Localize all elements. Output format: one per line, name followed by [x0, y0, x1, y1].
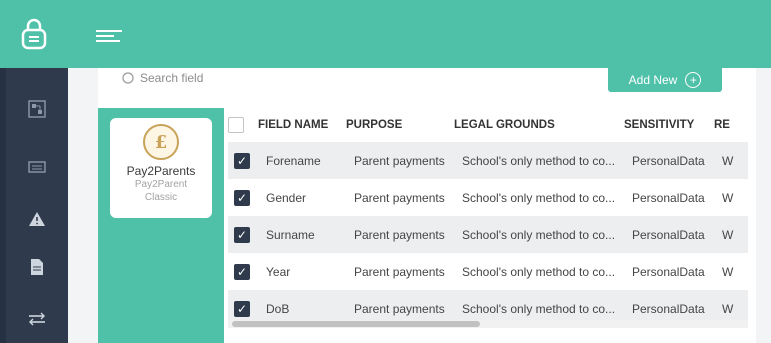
sensitivity-cell: PersonalData — [624, 179, 714, 216]
table-row[interactable]: ✓ Year Parent payments School's only met… — [228, 253, 748, 290]
sidebar — [6, 68, 68, 343]
search-placeholder: Search field — [140, 71, 204, 85]
transfer-icon[interactable] — [26, 308, 48, 330]
column-header-legal-grounds[interactable]: LEGAL GROUNDS — [454, 108, 624, 142]
column-header-sensitivity[interactable]: SENSITIVITY — [624, 108, 714, 142]
purpose-cell: Parent payments — [346, 253, 454, 290]
pay2parents-logo: £ — [143, 124, 179, 160]
fields-table: FIELD NAME PURPOSE LEGAL GROUNDS SENSITI… — [228, 108, 748, 327]
plus-icon: + — [685, 72, 702, 88]
row-checkbox[interactable]: ✓ — [234, 263, 250, 280]
legal-grounds-cell: School's only method to co... — [454, 179, 624, 216]
re-cell: W — [714, 216, 748, 253]
column-header-re[interactable]: RE — [714, 108, 748, 142]
field-name-cell: Gender — [258, 179, 346, 216]
select-all-checkbox[interactable] — [228, 117, 244, 133]
sensitivity-cell: PersonalData — [624, 216, 714, 253]
column-header-purpose[interactable]: PURPOSE — [346, 108, 454, 142]
sensitivity-cell: PersonalData — [624, 142, 714, 179]
row-checkbox[interactable]: ✓ — [234, 300, 250, 317]
row-checkbox[interactable]: ✓ — [234, 226, 250, 243]
app-card-pay2parents[interactable]: £ Pay2Parents Pay2Parent Classic — [110, 118, 212, 218]
sensitivity-cell: PersonalData — [624, 253, 714, 290]
fields-panel: Search field Add New + £ Pay2Parents Pay… — [98, 68, 756, 343]
document-icon[interactable] — [26, 256, 48, 278]
add-new-button[interactable]: Add New + — [608, 68, 722, 92]
main-content: Search field Add New + £ Pay2Parents Pay… — [68, 68, 771, 343]
app-subtitle-2: Classic — [144, 192, 178, 203]
org-chart-icon[interactable] — [26, 98, 48, 120]
row-checkbox[interactable]: ✓ — [234, 152, 250, 169]
legal-grounds-cell: School's only method to co... — [454, 216, 624, 253]
app-subtitle-1: Pay2Parent — [134, 179, 188, 190]
table-row[interactable]: ✓ Gender Parent payments School's only m… — [228, 179, 748, 216]
legal-grounds-cell: School's only method to co... — [454, 253, 624, 290]
search-field[interactable]: Search field — [122, 68, 203, 88]
re-cell: W — [714, 142, 748, 179]
purpose-cell: Parent payments — [346, 142, 454, 179]
warning-icon[interactable] — [26, 208, 48, 230]
row-checkbox[interactable]: ✓ — [234, 189, 250, 206]
table-row[interactable]: ✓ Surname Parent payments School's only … — [228, 216, 748, 253]
app-name: Pay2Parents — [126, 164, 196, 178]
search-icon — [122, 72, 134, 84]
horizontal-scrollbar[interactable] — [228, 320, 748, 328]
field-name-cell: Year — [258, 253, 346, 290]
field-name-cell: Forename — [258, 142, 346, 179]
scrollbar-thumb[interactable] — [232, 321, 480, 327]
menu-icon[interactable] — [96, 28, 124, 44]
re-cell: W — [714, 253, 748, 290]
add-new-label: Add New — [628, 73, 678, 87]
purpose-cell: Parent payments — [346, 216, 454, 253]
table-header: FIELD NAME PURPOSE LEGAL GROUNDS SENSITI… — [228, 108, 748, 142]
top-bar — [0, 0, 771, 68]
keyboard-icon[interactable] — [26, 156, 48, 178]
legal-grounds-cell: School's only method to co... — [454, 142, 624, 179]
lock-icon[interactable] — [0, 0, 68, 68]
re-cell: W — [714, 179, 748, 216]
column-header-field-name[interactable]: FIELD NAME — [258, 108, 346, 142]
field-name-cell: Surname — [258, 216, 346, 253]
table-row[interactable]: ✓ Forename Parent payments School's only… — [228, 142, 748, 179]
purpose-cell: Parent payments — [346, 179, 454, 216]
